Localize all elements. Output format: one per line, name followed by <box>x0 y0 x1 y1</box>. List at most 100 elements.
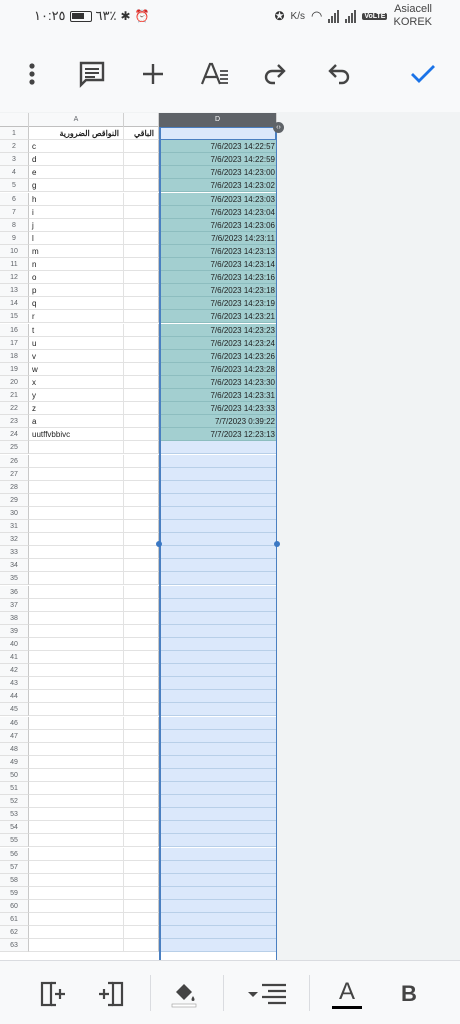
row-number[interactable]: 2 <box>0 140 29 154</box>
row-number[interactable]: 60 <box>0 899 29 913</box>
cell-d[interactable] <box>159 926 277 940</box>
row-number[interactable]: 52 <box>0 795 29 809</box>
cell-a[interactable] <box>29 729 124 743</box>
cell-d[interactable] <box>159 703 277 717</box>
row-number[interactable]: 37 <box>0 598 29 612</box>
cell-b[interactable]: الباقي <box>124 127 159 140</box>
cell-b[interactable] <box>124 572 159 586</box>
cell-d[interactable] <box>159 742 277 756</box>
cell-b[interactable] <box>124 467 159 481</box>
cell-a[interactable]: m <box>29 244 124 258</box>
row-number[interactable]: 30 <box>0 506 29 520</box>
cell-a[interactable] <box>29 913 124 926</box>
row-number[interactable]: 36 <box>0 585 29 599</box>
cell-d[interactable]: 7/6/2023 14:23:28 <box>159 362 277 376</box>
cell-d[interactable] <box>159 454 277 468</box>
cell-a[interactable] <box>29 585 124 599</box>
row-number[interactable]: 61 <box>0 913 29 926</box>
cell-d[interactable]: 7/6/2023 14:23:06 <box>159 218 277 232</box>
cell-d[interactable]: 7/6/2023 14:23:30 <box>159 375 277 389</box>
cell-d[interactable]: 7/6/2023 14:22:59 <box>159 153 277 167</box>
row-number[interactable]: 31 <box>0 520 29 533</box>
cell-d[interactable]: 7/6/2023 14:23:14 <box>159 258 277 271</box>
row-number[interactable]: 12 <box>0 271 29 285</box>
cell-a[interactable] <box>29 742 124 756</box>
column-menu-icon[interactable]: ‹› <box>273 122 284 133</box>
row-number[interactable]: 6 <box>0 192 29 206</box>
row-number[interactable]: 35 <box>0 572 29 586</box>
cell-a[interactable]: p <box>29 284 124 298</box>
cell-d[interactable]: 7/6/2023 14:23:33 <box>159 402 277 416</box>
cell-b[interactable] <box>124 192 159 206</box>
cell-b[interactable] <box>124 768 159 782</box>
cell-d[interactable] <box>159 795 277 809</box>
cell-d[interactable] <box>159 559 277 573</box>
cell-d[interactable] <box>159 493 277 507</box>
fill-color-icon[interactable] <box>167 977 201 1011</box>
cell-a[interactable] <box>29 716 124 730</box>
cell-d[interactable] <box>159 913 277 926</box>
cell-a[interactable] <box>29 690 124 704</box>
cell-a[interactable] <box>29 520 124 533</box>
check-icon[interactable] <box>405 56 441 92</box>
cell-b[interactable] <box>124 755 159 769</box>
cell-b[interactable] <box>124 480 159 494</box>
cell-b[interactable] <box>124 624 159 638</box>
cell-d[interactable]: 7/6/2023 14:23:23 <box>159 323 277 337</box>
row-number[interactable]: 15 <box>0 310 29 324</box>
cell-b[interactable] <box>124 441 159 455</box>
cell-a[interactable]: e <box>29 166 124 180</box>
cell-a[interactable]: q <box>29 297 124 311</box>
row-number[interactable]: 39 <box>0 624 29 638</box>
cell-b[interactable] <box>124 310 159 324</box>
cell-a[interactable] <box>29 768 124 782</box>
cell-a[interactable] <box>29 795 124 809</box>
row-number[interactable]: 7 <box>0 205 29 219</box>
row-number[interactable]: 46 <box>0 716 29 730</box>
insert-column-left-icon[interactable] <box>36 977 70 1011</box>
cell-d[interactable] <box>159 546 277 560</box>
row-number[interactable]: 5 <box>0 179 29 193</box>
row-number[interactable]: 4 <box>0 166 29 180</box>
cell-d[interactable]: 7/6/2023 14:23:11 <box>159 231 277 245</box>
cell-d[interactable] <box>159 624 277 638</box>
add-icon[interactable] <box>135 56 171 92</box>
row-number[interactable]: 26 <box>0 454 29 468</box>
row-number[interactable]: 24 <box>0 428 29 442</box>
row-number[interactable]: 62 <box>0 926 29 940</box>
cell-a[interactable] <box>29 533 124 547</box>
cell-a[interactable]: r <box>29 310 124 324</box>
cell-b[interactable] <box>124 926 159 940</box>
cell-a[interactable] <box>29 559 124 573</box>
cell-b[interactable] <box>124 375 159 389</box>
cell-d[interactable] <box>159 664 277 678</box>
row-number[interactable]: 43 <box>0 677 29 691</box>
cell-a[interactable]: o <box>29 271 124 285</box>
row-number[interactable]: 50 <box>0 768 29 782</box>
cell-a[interactable] <box>29 572 124 586</box>
cell-d[interactable]: 7/6/2023 14:23:19 <box>159 297 277 311</box>
cell-d[interactable] <box>159 533 277 547</box>
row-number[interactable]: 34 <box>0 559 29 573</box>
cell-a[interactable]: v <box>29 349 124 363</box>
cell-d[interactable]: 7/7/2023 12:23:13 <box>159 428 277 442</box>
row-number[interactable]: 45 <box>0 703 29 717</box>
cell-d[interactable] <box>159 441 277 455</box>
cell-b[interactable] <box>124 637 159 651</box>
cell-a[interactable] <box>29 847 124 861</box>
cell-d[interactable] <box>159 716 277 730</box>
row-number[interactable]: 21 <box>0 389 29 402</box>
cell-d[interactable] <box>159 520 277 533</box>
row-number[interactable]: 8 <box>0 218 29 232</box>
cell-d[interactable] <box>159 886 277 900</box>
cell-d[interactable]: 7/6/2023 14:22:57 <box>159 140 277 154</box>
cell-b[interactable] <box>124 886 159 900</box>
cell-d[interactable] <box>159 690 277 704</box>
cell-b[interactable] <box>124 323 159 337</box>
cell-a[interactable] <box>29 624 124 638</box>
cell-b[interactable] <box>124 651 159 664</box>
cell-a[interactable] <box>29 651 124 664</box>
align-icon[interactable] <box>245 977 289 1011</box>
cell-d[interactable] <box>159 585 277 599</box>
cell-d[interactable] <box>159 677 277 691</box>
